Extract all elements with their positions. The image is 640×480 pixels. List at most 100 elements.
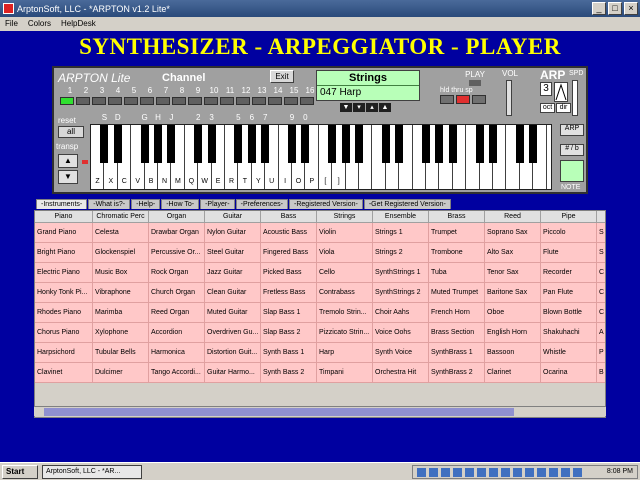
tab-get-registered-version[interactable]: -Get Registered Version- (363, 199, 451, 209)
oct-button[interactable]: oct (540, 103, 555, 113)
table-cell[interactable]: Voice Oohs (373, 323, 429, 343)
channel-button-16[interactable] (300, 97, 314, 105)
column-header[interactable]: Pipe (541, 211, 597, 223)
table-cell[interactable]: Pan Flute (541, 283, 597, 303)
column-header[interactable]: Bass (261, 211, 317, 223)
table-cell[interactable]: Grand Piano (35, 223, 93, 243)
black-key[interactable] (234, 125, 243, 163)
table-cell[interactable]: Clarinet (485, 363, 541, 383)
reset-all-button[interactable]: all (58, 126, 84, 138)
table-cell[interactable]: Strings 1 (373, 223, 429, 243)
black-key[interactable] (395, 125, 404, 163)
table-cell[interactable]: Vibraphone (93, 283, 149, 303)
table-cell[interactable]: Dulcimer (93, 363, 149, 383)
tray-icon[interactable] (453, 468, 462, 477)
tray-icon[interactable] (525, 468, 534, 477)
table-cell[interactable]: Harmonica (149, 343, 205, 363)
table-cell[interactable]: SynthBrass 1 (429, 343, 485, 363)
table-cell[interactable]: Church Organ (149, 283, 205, 303)
table-cell[interactable]: Accordion (149, 323, 205, 343)
table-cell[interactable]: Slap Bass 1 (261, 303, 317, 323)
table-cell[interactable]: Overdriven Gu... (205, 323, 261, 343)
table-cell[interactable]: English Horn (485, 323, 541, 343)
table-cell[interactable]: SynthBrass 2 (429, 363, 485, 383)
black-key[interactable] (301, 125, 310, 163)
black-key[interactable] (422, 125, 430, 163)
scrollbar-thumb[interactable] (44, 408, 514, 416)
table-cell[interactable]: Recorder (541, 263, 597, 283)
table-cell[interactable]: Ocarina (541, 363, 597, 383)
black-key[interactable] (194, 125, 203, 163)
table-cell[interactable]: C (597, 283, 605, 303)
table-cell[interactable]: Harpsichord (35, 343, 93, 363)
table-cell[interactable]: Baritone Sax (485, 283, 541, 303)
table-cell[interactable]: Marimba (93, 303, 149, 323)
tab-registered-version[interactable]: -Registered Version- (289, 199, 363, 209)
table-cell[interactable]: Trumpet (429, 223, 485, 243)
black-key[interactable] (288, 125, 296, 163)
table-cell[interactable]: Chorus Piano (35, 323, 93, 343)
tray-icon[interactable] (561, 468, 570, 477)
tray-icon[interactable] (513, 468, 522, 477)
table-cell[interactable]: Whistle (541, 343, 597, 363)
black-key[interactable] (167, 125, 176, 163)
black-key[interactable] (355, 125, 363, 163)
table-cell[interactable]: Reed Organ (149, 303, 205, 323)
tab-how-to[interactable]: -How To- (161, 199, 200, 209)
black-key[interactable] (328, 125, 337, 163)
channel-button-5[interactable] (124, 97, 138, 105)
tray-icon[interactable] (573, 468, 582, 477)
table-cell[interactable]: Tubular Bells (93, 343, 149, 363)
black-key[interactable] (113, 125, 122, 163)
column-header[interactable]: Guitar (205, 211, 261, 223)
table-cell[interactable]: Honky Tonk Pi... (35, 283, 93, 303)
sharp-flat-button[interactable]: # / b (560, 144, 584, 156)
tab-what-is[interactable]: -What is?- (88, 199, 131, 209)
column-header[interactable]: Organ (149, 211, 205, 223)
table-cell[interactable]: C (597, 303, 605, 323)
horizontal-scrollbar[interactable] (34, 406, 606, 416)
table-cell[interactable]: Timpani (317, 363, 373, 383)
table-cell[interactable]: SynthStrings 2 (373, 283, 429, 303)
tab-preferences[interactable]: -Preferences- (235, 199, 289, 209)
channel-button-3[interactable] (92, 97, 106, 105)
table-cell[interactable]: Fingered Bass (261, 243, 317, 263)
table-cell[interactable]: Pizzicato Strin... (317, 323, 373, 343)
table-cell[interactable]: Trombone (429, 243, 485, 263)
channel-button-13[interactable] (252, 97, 266, 105)
table-cell[interactable]: Piccolo (541, 223, 597, 243)
table-cell[interactable]: Celesta (93, 223, 149, 243)
close-button[interactable]: × (624, 2, 638, 15)
black-key[interactable] (529, 125, 538, 163)
table-cell[interactable]: S (597, 223, 605, 243)
black-key[interactable] (448, 125, 457, 163)
play-button[interactable] (469, 80, 481, 86)
channel-button-10[interactable] (204, 97, 218, 105)
patch-up-small-icon[interactable]: ▴ (366, 103, 378, 112)
table-cell[interactable]: Rhodes Piano (35, 303, 93, 323)
table-cell[interactable]: Xylophone (93, 323, 149, 343)
table-cell[interactable]: Harp (317, 343, 373, 363)
black-key[interactable] (140, 125, 149, 163)
table-cell[interactable]: Music Box (93, 263, 149, 283)
table-cell[interactable]: French Horn (429, 303, 485, 323)
column-header[interactable] (597, 211, 605, 223)
arp-wave-icon[interactable] (554, 82, 568, 102)
table-cell[interactable]: Steel Guitar (205, 243, 261, 263)
table-cell[interactable]: Bright Piano (35, 243, 93, 263)
table-cell[interactable]: P (597, 343, 605, 363)
tray-icon[interactable] (537, 468, 546, 477)
column-header[interactable]: Reed (485, 211, 541, 223)
channel-button-2[interactable] (76, 97, 90, 105)
table-cell[interactable]: Violin (317, 223, 373, 243)
table-cell[interactable]: Slap Bass 2 (261, 323, 317, 343)
tray-icon[interactable] (489, 468, 498, 477)
table-cell[interactable]: Synth Bass 2 (261, 363, 317, 383)
menu-helpdesk[interactable]: HelpDesk (56, 17, 101, 31)
tab-instruments[interactable]: -Instruments- (36, 199, 88, 209)
table-cell[interactable]: Clavinet (35, 363, 93, 383)
patch-up-icon[interactable]: ▲ (379, 103, 391, 112)
menu-colors[interactable]: Colors (23, 17, 56, 31)
table-cell[interactable]: Soprano Sax (485, 223, 541, 243)
column-header[interactable]: Ensemble (373, 211, 429, 223)
